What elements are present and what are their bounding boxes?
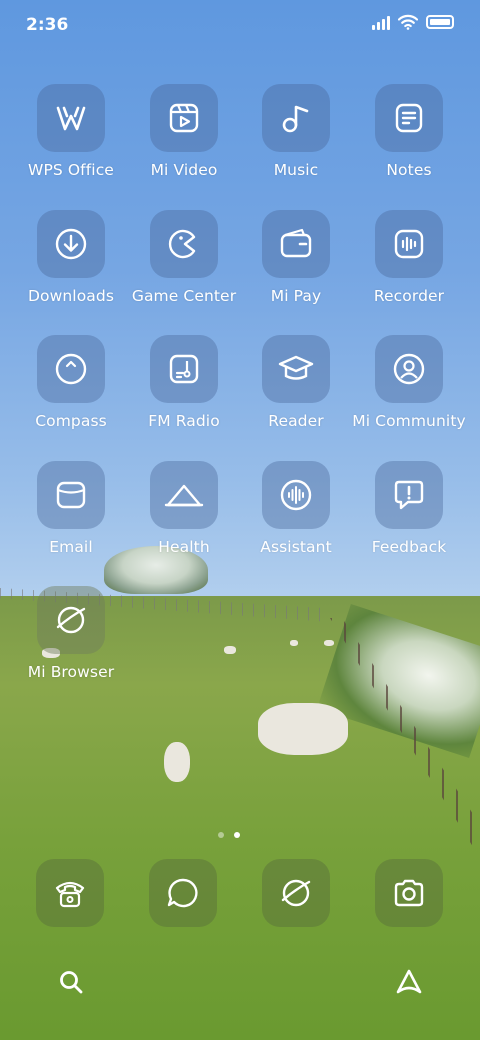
page-indicator — [218, 832, 240, 838]
app-label: Game Center — [131, 287, 237, 305]
app-mi-browser[interactable]: Mi Browser — [15, 586, 127, 681]
app-label: Email — [49, 538, 93, 556]
notes-icon — [375, 84, 443, 152]
app-downloads[interactable]: Downloads — [15, 210, 127, 305]
compass-icon — [37, 335, 105, 403]
app-health[interactable]: Health — [128, 461, 240, 556]
app-label: Mi Community — [352, 412, 466, 430]
dock-messages[interactable] — [149, 859, 217, 927]
music-note-icon — [262, 84, 330, 152]
app-label: Notes — [386, 161, 432, 179]
assistant-voice-icon — [262, 461, 330, 529]
app-label: Compass — [35, 412, 107, 430]
app-assistant[interactable]: Assistant — [240, 461, 352, 556]
camera-icon — [394, 879, 424, 907]
community-user-icon — [375, 335, 443, 403]
app-label: Music — [273, 161, 319, 179]
battery-icon — [426, 15, 454, 29]
app-label: FM Radio — [148, 412, 220, 430]
messages-icon — [167, 878, 198, 908]
video-play-icon — [150, 84, 218, 152]
app-vault-button[interactable] — [393, 966, 425, 998]
radio-icon — [150, 335, 218, 403]
browser-planet-icon — [281, 879, 311, 907]
app-label: Mi Pay — [270, 287, 322, 305]
app-game-center[interactable]: Game Center — [128, 210, 240, 305]
wallpaper-sheep — [224, 646, 236, 654]
browser-planet-icon — [37, 586, 105, 654]
dock-browser[interactable] — [262, 859, 330, 927]
app-mi-pay[interactable]: Mi Pay — [240, 210, 352, 305]
wallpaper-sheep — [164, 742, 190, 782]
cellular-signal-icon — [372, 14, 390, 30]
app-wps-office[interactable]: WPS Office — [15, 84, 127, 179]
app-label: Mi Browser — [27, 663, 115, 681]
graduation-cap-icon — [262, 335, 330, 403]
search-icon — [60, 971, 83, 994]
app-feedback[interactable]: Feedback — [353, 461, 465, 556]
page-dot[interactable] — [218, 832, 224, 838]
app-label: Health — [158, 538, 210, 556]
app-compass[interactable]: Compass — [15, 335, 127, 430]
health-icon — [150, 461, 218, 529]
status-time: 2:36 — [26, 15, 69, 35]
app-music[interactable]: Music — [240, 84, 352, 179]
app-email[interactable]: Email — [15, 461, 127, 556]
app-label: Assistant — [260, 538, 332, 556]
app-label: Downloads — [27, 287, 115, 305]
wallpaper-sheep — [324, 640, 334, 646]
app-label: Feedback — [371, 538, 447, 556]
email-icon — [37, 461, 105, 529]
app-label: WPS Office — [28, 161, 114, 179]
phone-icon — [55, 881, 85, 908]
status-bar: 2:36 — [0, 0, 480, 52]
feedback-icon — [375, 461, 443, 529]
wallpaper-sheep — [290, 640, 298, 646]
app-vault-icon — [396, 969, 422, 994]
app-fm-radio[interactable]: FM Radio — [128, 335, 240, 430]
app-mi-video[interactable]: Mi Video — [128, 84, 240, 179]
wallet-icon — [262, 210, 330, 278]
app-label: Mi Video — [150, 161, 218, 179]
app-notes[interactable]: Notes — [353, 84, 465, 179]
app-label: Reader — [268, 412, 324, 430]
dock-phone[interactable] — [36, 859, 104, 927]
wallpaper-sheep — [258, 703, 348, 755]
app-recorder[interactable]: Recorder — [353, 210, 465, 305]
status-icons — [372, 14, 454, 30]
download-icon — [37, 210, 105, 278]
app-reader[interactable]: Reader — [240, 335, 352, 430]
waveform-icon — [375, 210, 443, 278]
wifi-icon — [398, 14, 418, 30]
game-pacman-icon — [150, 210, 218, 278]
dock-camera[interactable] — [375, 859, 443, 927]
search-button[interactable] — [55, 966, 87, 998]
page-dot-active[interactable] — [234, 832, 240, 838]
wps-office-icon — [37, 84, 105, 152]
app-mi-community[interactable]: Mi Community — [352, 335, 466, 430]
app-label: Recorder — [373, 287, 445, 305]
